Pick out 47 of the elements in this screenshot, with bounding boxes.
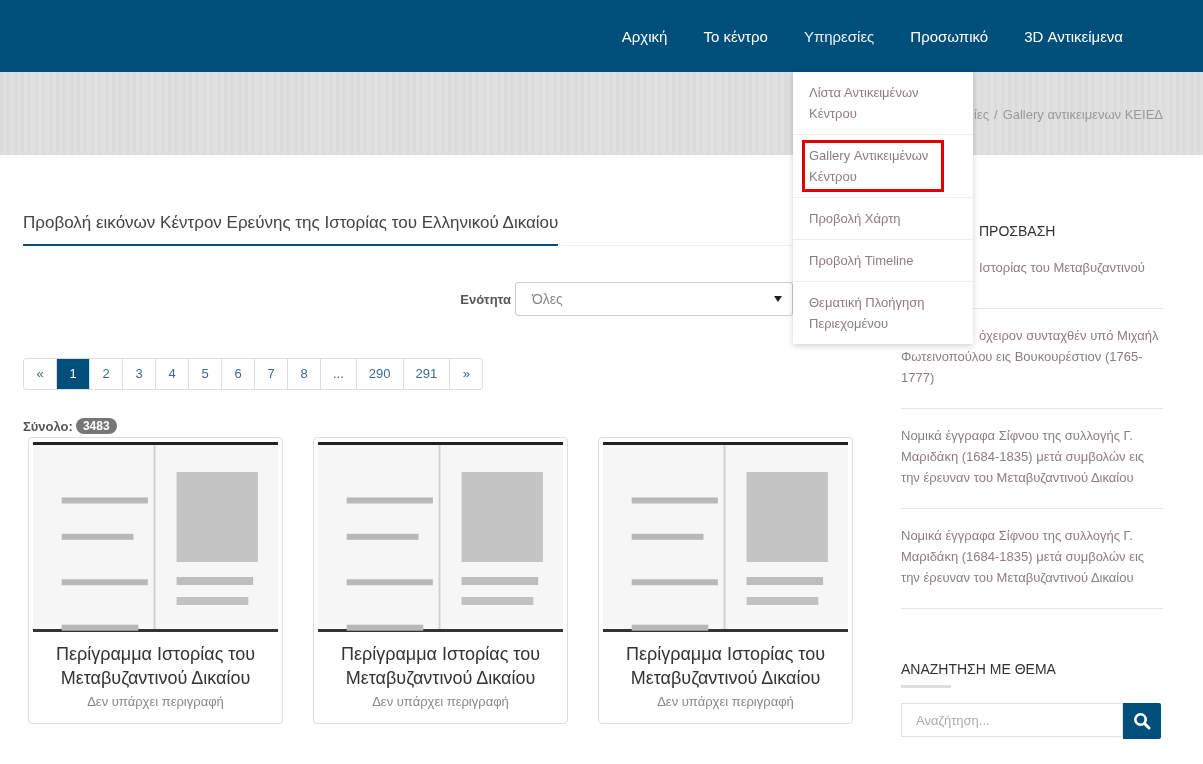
page-link[interactable]: 290 [356, 359, 404, 389]
section-select[interactable]: Όλες [515, 282, 793, 316]
card-description: Δεν υπάρχει περιγραφή [86, 694, 225, 709]
sidebar-link[interactable]: Νομικά έγγραφα Σίφνου της συλλογής Γ. Μαριδάκη (1684-1835) μετά συμβολών εις την έρευναν του Μεταβυζαντινού Δικαίου [901, 525, 1163, 588]
search-field[interactable]: Αναζήτηση... [901, 703, 1123, 737]
filter-label: Ενότητα [460, 291, 511, 307]
breadcrumb-separator: / [994, 107, 998, 122]
count-badge: 3483 [75, 418, 117, 434]
menu-item[interactable]: Λίστα Αντικειμένων Κέντρου [793, 72, 973, 135]
page-link[interactable]: 3 [123, 359, 156, 389]
nav-link[interactable]: Υπηρεσίες [803, 27, 875, 45]
page-link[interactable]: 291 [403, 359, 451, 389]
gallery-card[interactable]: Περίγραμμα Ιστορίας του Μεταβυζαντινού Δικαίου Δεν υπάρχει περιγραφή [598, 437, 853, 724]
page-link[interactable]: 8 [288, 359, 321, 389]
page-link[interactable]: » [450, 359, 483, 389]
menu-item[interactable]: Gallery Αντικειμένων Κέντρου [793, 135, 973, 198]
page-link[interactable]: 5 [189, 359, 222, 389]
page-link[interactable]: 6 [222, 359, 255, 389]
sidebar-link[interactable]: Φωτεινοπούλου εις Βουκουρέστιον (1765-1777) [901, 346, 1163, 388]
gallery-card[interactable]: Περίγραμμα Ιστορίας του Μεταβυζαντινού Δικαίου Δεν υπάρχει περιγραφή [28, 437, 283, 724]
total-label: Σύνολο: [23, 418, 73, 434]
nav-link[interactable]: Αρχική [621, 27, 668, 45]
gallery-card[interactable]: Περίγραμμα Ιστορίας του Μεταβυζαντινού Δικαίου Δεν υπάρχει περιγραφή [313, 437, 568, 724]
sidebar-link[interactable]: Νομικά έγγραφα Σίφνου της συλλογής Γ. Μαριδάκη (1684-1835) μετά συμβολών εις την έρευναν του Μεταβυζαντινού Δικαίου [901, 425, 1163, 488]
sidebar-heading: ΠΡΟΣΒΑΣΗ [978, 223, 1057, 241]
card-description: Δεν υπάρχει περιγραφή [656, 694, 795, 709]
menu-item[interactable]: Προβολή Timeline [793, 240, 973, 282]
page-link[interactable]: ... [321, 359, 357, 389]
card-title: Περίγραμμα Ιστορίας του Μεταβυζαντινού Δικαίου [624, 643, 827, 690]
search-button[interactable] [1123, 703, 1161, 739]
card-title: Περίγραμμα Ιστορίας του Μεταβυζαντινού Δικαίου [339, 643, 542, 690]
page-link[interactable]: 4 [156, 359, 189, 389]
caret-icon [774, 296, 782, 302]
menu-item[interactable]: Θεματική Πλοήγηση Περιεχομένου [793, 282, 973, 344]
menu-item[interactable]: Προβολή Χάρτη [793, 198, 973, 240]
search-icon [1133, 712, 1151, 730]
nav-link[interactable]: Το κέντρο [703, 27, 768, 45]
page-link[interactable]: 2 [90, 359, 123, 389]
nav-link[interactable]: Προσωπικό [910, 27, 989, 45]
card-title: Περίγραμμα Ιστορίας του Μεταβυζαντινού Δικαίου [54, 643, 257, 690]
page-link[interactable]: 7 [255, 359, 288, 389]
card-description: Δεν υπάρχει περιγραφή [371, 694, 510, 709]
breadcrumb-current: Gallery αντικειμενων ΚΕΙΕΔ [1002, 107, 1163, 122]
page-link[interactable]: 1 [57, 359, 90, 389]
sidebar-heading: ΑΝΑΖΗΤΗΣΗ ΜΕ ΘΕΜΑ [901, 661, 1057, 677]
page-title: Προβολή εικόνων Κέντρον Ερεύνης της Ιστορίας του Ελληνικού Δικαίου [23, 213, 559, 246]
nav-link[interactable]: 3D Αντικείμενα [1024, 27, 1123, 45]
